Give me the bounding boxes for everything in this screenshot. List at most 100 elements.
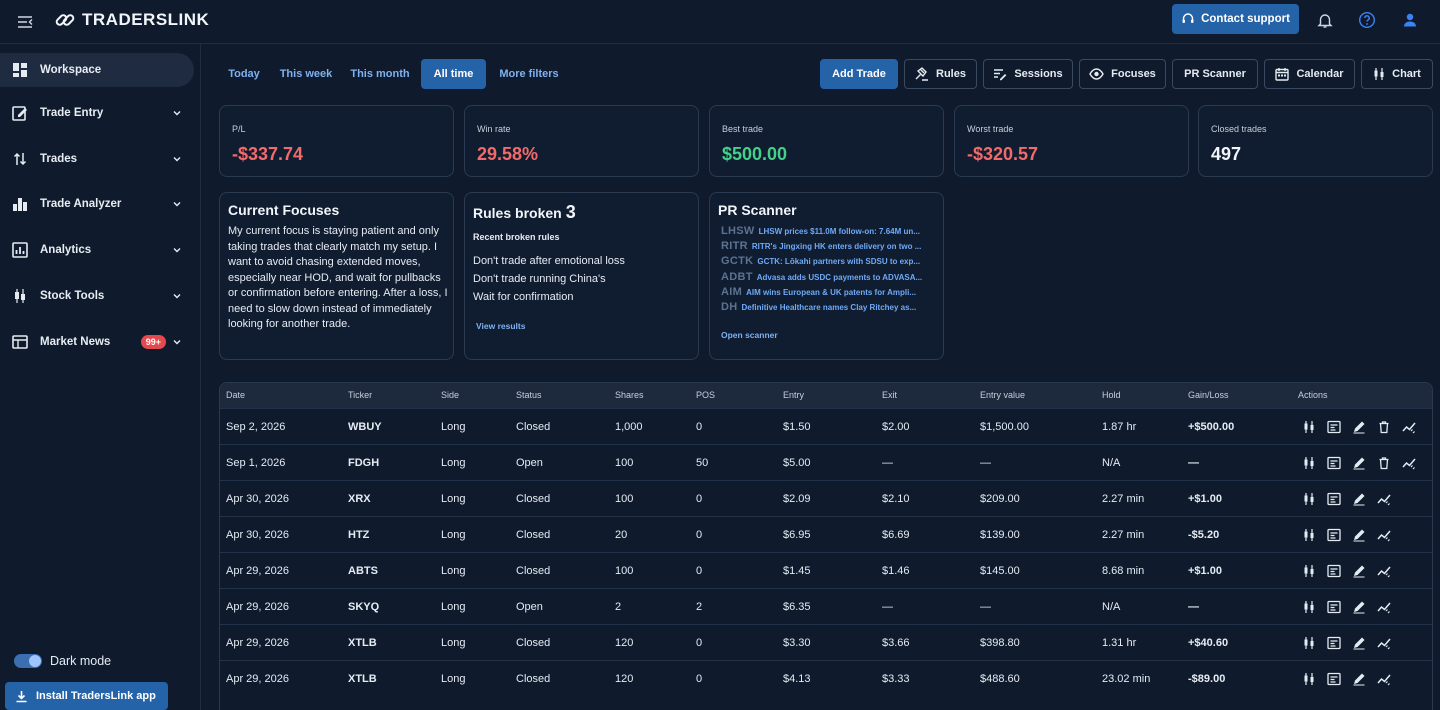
bell-icon[interactable] xyxy=(1316,11,1334,29)
sidebar-item-trade-analyzer[interactable]: Trade Analyzer xyxy=(0,187,194,221)
trend-icon[interactable] xyxy=(1377,600,1391,614)
notes-icon[interactable] xyxy=(1327,636,1341,650)
trend-icon[interactable] xyxy=(1377,672,1391,686)
cell-ticker[interactable]: ABTS xyxy=(348,565,378,577)
column-header-entry[interactable]: Entry xyxy=(783,390,804,400)
add-trade-button[interactable]: Add Trade xyxy=(820,59,898,89)
pr-scanner-button[interactable]: PR Scanner xyxy=(1172,59,1258,89)
notes-icon[interactable] xyxy=(1327,672,1341,686)
column-header-shares[interactable]: Shares xyxy=(615,390,644,400)
pr-item[interactable]: AIM AIM wins European & UK patents for A… xyxy=(721,286,933,298)
candlestick-icon[interactable] xyxy=(1302,636,1316,650)
table-row[interactable]: Sep 1, 2026 FDGH Long Open 100 50 $5.00 — — N/A — xyxy=(220,444,1432,480)
column-header-status[interactable]: Status xyxy=(516,390,542,400)
pr-item[interactable]: ADBT Advasa adds USDC payments to ADVASA… xyxy=(721,271,933,283)
column-header-date[interactable]: Date xyxy=(226,390,245,400)
trend-icon[interactable] xyxy=(1402,420,1416,434)
sidebar-item-stock-tools[interactable]: Stock Tools xyxy=(0,279,194,313)
sessions-button[interactable]: Sessions xyxy=(983,59,1073,89)
cell-ticker[interactable]: SKYQ xyxy=(348,601,379,613)
sidebar-item-workspace[interactable]: Workspace xyxy=(0,53,194,87)
table-row[interactable]: Apr 30, 2026 XRX Long Closed 100 0 $2.09 $2.10 $… xyxy=(220,480,1432,516)
chart-button[interactable]: Chart xyxy=(1361,59,1433,89)
table-row[interactable]: Apr 29, 2026 ABTS Long Closed 100 0 $1.45 $1.46… xyxy=(220,552,1432,588)
filter-today[interactable]: Today xyxy=(222,59,266,89)
notes-icon[interactable] xyxy=(1327,600,1341,614)
filter-all-time[interactable]: All time xyxy=(421,59,486,89)
cell-ticker[interactable]: WBUY xyxy=(348,421,382,433)
pencil-icon[interactable] xyxy=(1352,672,1366,686)
table-row[interactable]: Apr 29, 2026 SKYQ Long Open 2 2 $6.35 — — N/A — xyxy=(220,588,1432,624)
cell-ticker[interactable]: HTZ xyxy=(348,529,369,541)
cell-ticker[interactable]: FDGH xyxy=(348,457,379,469)
filter-this-week[interactable]: This week xyxy=(276,59,336,89)
pencil-icon[interactable] xyxy=(1352,492,1366,506)
candlestick-icon[interactable] xyxy=(1302,600,1316,614)
sidebar-item-analytics[interactable]: Analytics xyxy=(0,233,194,267)
trend-icon[interactable] xyxy=(1377,492,1391,506)
cell-ticker[interactable]: XTLB xyxy=(348,637,377,649)
filter-more-filters[interactable]: More filters xyxy=(494,59,564,89)
help-icon[interactable] xyxy=(1358,11,1376,29)
sidebar-item-trade-entry[interactable]: Trade Entry xyxy=(0,96,194,130)
trend-icon[interactable] xyxy=(1377,564,1391,578)
pr-item[interactable]: DH Definitive Healthcare names Clay Ritc… xyxy=(721,301,933,313)
notes-icon[interactable] xyxy=(1327,456,1341,470)
candlestick-icon[interactable] xyxy=(1302,672,1316,686)
table-row[interactable]: Apr 29, 2026 XTLB Long Closed 120 0 $4.13 $3.33… xyxy=(220,660,1432,696)
notes-icon[interactable] xyxy=(1327,420,1341,434)
cell-ticker[interactable]: XTLB xyxy=(348,673,377,685)
notes-icon[interactable] xyxy=(1327,492,1341,506)
trash-icon[interactable] xyxy=(1377,420,1391,434)
column-header-gain-loss[interactable]: Gain/Loss xyxy=(1188,390,1229,400)
column-header-entry-value[interactable]: Entry value xyxy=(980,390,1025,400)
install-app-button[interactable]: Install TradersLink app xyxy=(5,682,168,710)
pencil-icon[interactable] xyxy=(1352,564,1366,578)
brand-logo[interactable]: TRADERSLINK xyxy=(54,9,209,31)
candlestick-icon[interactable] xyxy=(1302,420,1316,434)
notes-icon[interactable] xyxy=(1327,528,1341,542)
filter-this-month[interactable]: This month xyxy=(346,59,414,89)
pencil-icon[interactable] xyxy=(1352,420,1366,434)
pr-item[interactable]: GCTK GCTK: Lōkahi partners with SDSU to … xyxy=(721,255,933,267)
open-scanner-link[interactable]: Open scanner xyxy=(721,330,778,340)
column-header-side[interactable]: Side xyxy=(441,390,459,400)
sidebar-item-market-news[interactable]: Market News 99+ xyxy=(0,325,194,359)
candlestick-icon[interactable] xyxy=(1302,564,1316,578)
user-icon[interactable] xyxy=(1401,11,1419,29)
table-row[interactable]: Apr 30, 2026 HTZ Long Closed 20 0 $6.95 $6.69 $1… xyxy=(220,516,1432,552)
broken-rule-item: Don't trade after emotional loss xyxy=(473,255,625,267)
cell-ticker[interactable]: XRX xyxy=(348,493,371,505)
cell-entry: $6.35 xyxy=(783,601,811,613)
pr-item[interactable]: LHSW LHSW prices $11.0M follow-on: 7.64M… xyxy=(721,225,933,237)
dark-mode-toggle[interactable]: Dark mode xyxy=(14,654,111,668)
column-header-hold[interactable]: Hold xyxy=(1102,390,1121,400)
pencil-icon[interactable] xyxy=(1352,456,1366,470)
table-row[interactable]: Sep 2, 2026 WBUY Long Closed 1,000 0 $1.50 $2.0… xyxy=(220,408,1432,444)
rules-button[interactable]: Rules xyxy=(904,59,977,89)
calendar-button[interactable]: Calendar xyxy=(1264,59,1355,89)
focuses-button[interactable]: Focuses xyxy=(1079,59,1166,89)
trend-icon[interactable] xyxy=(1377,636,1391,650)
column-header-ticker[interactable]: Ticker xyxy=(348,390,372,400)
candlestick-icon[interactable] xyxy=(1302,528,1316,542)
contact-support-button[interactable]: Contact support xyxy=(1172,4,1299,34)
pencil-icon[interactable] xyxy=(1352,600,1366,614)
pr-headline: RITR's Jingxing HK enters delivery on tw… xyxy=(751,242,922,251)
column-header-pos[interactable]: POS xyxy=(696,390,715,400)
pr-item[interactable]: RITR RITR's Jingxing HK enters delivery … xyxy=(721,240,933,252)
candlestick-icon[interactable] xyxy=(1302,492,1316,506)
pencil-icon[interactable] xyxy=(1352,636,1366,650)
trend-icon[interactable] xyxy=(1402,456,1416,470)
column-header-exit[interactable]: Exit xyxy=(882,390,897,400)
sidebar-item-trades[interactable]: Trades xyxy=(0,142,194,176)
view-results-link[interactable]: View results xyxy=(476,321,525,331)
candlestick-icon[interactable] xyxy=(1302,456,1316,470)
table-row[interactable]: Apr 29, 2026 XTLB Long Closed 120 0 $3.30 $3.66… xyxy=(220,624,1432,660)
notes-icon[interactable] xyxy=(1327,564,1341,578)
trash-icon[interactable] xyxy=(1377,456,1391,470)
menu-collapse-icon[interactable] xyxy=(16,13,34,31)
dark-mode-switch[interactable] xyxy=(14,654,42,668)
trend-icon[interactable] xyxy=(1377,528,1391,542)
pencil-icon[interactable] xyxy=(1352,528,1366,542)
